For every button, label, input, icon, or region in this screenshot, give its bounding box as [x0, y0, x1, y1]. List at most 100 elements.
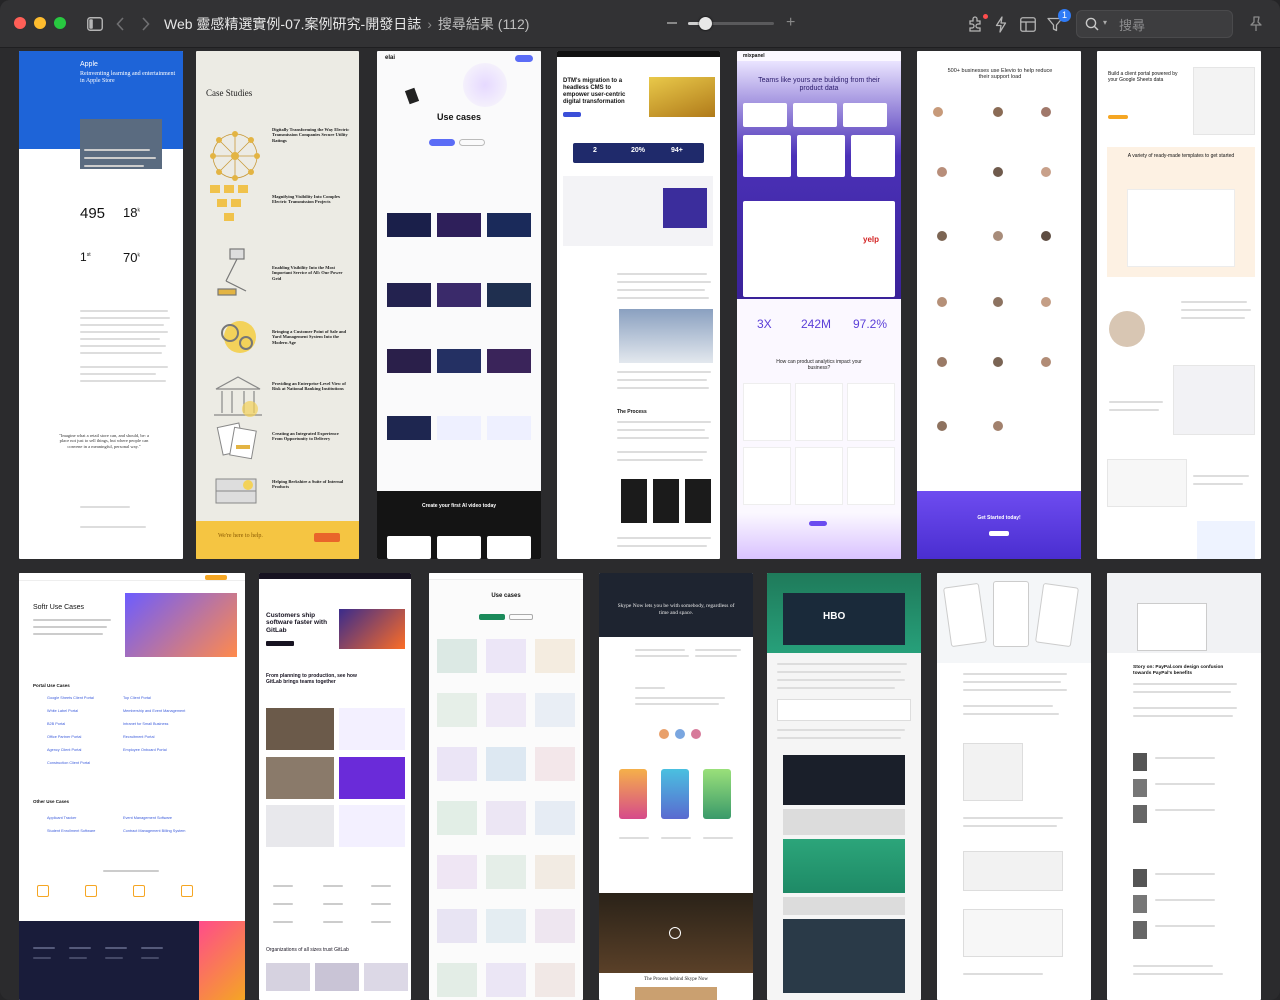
- thumbnail-elevio[interactable]: 500+ businesses use Elevio to help reduc…: [917, 51, 1081, 559]
- minimize-window-button[interactable]: [34, 17, 46, 29]
- softr-signup-button[interactable]: [205, 575, 227, 580]
- dtm-purple-card: [663, 188, 707, 228]
- thumbnail-softr-client-portal[interactable]: Build a client portal powered by your Go…: [1097, 51, 1261, 559]
- video-card[interactable]: [437, 349, 481, 373]
- apple-brand: Apple: [80, 61, 98, 68]
- portal-link[interactable]: Intranet for Small Business: [123, 722, 168, 727]
- dtm-stat-2: 20%: [631, 147, 646, 154]
- elevio-cta-button[interactable]: [989, 531, 1009, 536]
- skype-title: Skype Now lets you be with somebody, reg…: [617, 603, 735, 616]
- mockups-hero: [937, 573, 1091, 663]
- zoom-in-icon[interactable]: +: [786, 14, 795, 32]
- elai-secondary-button[interactable]: [459, 139, 485, 146]
- portal-link[interactable]: Agency Client Portal: [47, 748, 81, 753]
- use-cases-secondary[interactable]: [509, 614, 533, 620]
- search-input[interactable]: [1119, 15, 1227, 35]
- case-item-3[interactable]: Enabling Visibility Into the Most Import…: [272, 265, 350, 281]
- chevron-down-icon[interactable]: ▾: [1103, 18, 1107, 27]
- hbo-checklist: [783, 839, 905, 893]
- forward-icon[interactable]: [139, 12, 153, 36]
- portal-link[interactable]: Recruitment Portal: [123, 735, 154, 740]
- case-item-5[interactable]: Providing an Enterprise-Level View of Ri…: [272, 381, 350, 392]
- portal-link[interactable]: Employee Onboard Portal: [123, 748, 167, 753]
- thumbnail-softr-use-cases[interactable]: Softr Use Cases Portal Use Cases Google …: [19, 573, 245, 1000]
- thumbnail-dtm[interactable]: DTM's migration to a headless CMS to emp…: [557, 51, 720, 559]
- video-card[interactable]: [387, 283, 431, 307]
- sidebar-icon[interactable]: [84, 12, 106, 36]
- pin-icon[interactable]: [1246, 12, 1266, 36]
- skype-video[interactable]: [599, 893, 753, 973]
- dtm-cta[interactable]: [563, 112, 581, 117]
- video-card[interactable]: [487, 283, 531, 307]
- thumbnail-paypal[interactable]: Story on: PayPal.com design confusion to…: [1107, 573, 1261, 1000]
- portal-link[interactable]: Construction Client Portal: [47, 761, 90, 766]
- portal-link[interactable]: Office Partner Portal: [47, 735, 81, 740]
- layout-icon[interactable]: [1018, 12, 1038, 36]
- case-item-7[interactable]: Helping Berkshire a Suite of Internal Pr…: [272, 479, 350, 490]
- case-item-4[interactable]: Bringing a Customer Point of Sale and Ya…: [272, 329, 350, 345]
- portal-link[interactable]: Top Client Portal: [123, 696, 151, 701]
- video-card[interactable]: [487, 416, 531, 440]
- video-card[interactable]: [437, 416, 481, 440]
- softr-portal-cta[interactable]: [1108, 115, 1128, 119]
- elevio-cta: Get Started today!: [917, 491, 1081, 559]
- thumbnail-grid: Apple Reinventing learning and entertain…: [0, 48, 1280, 1000]
- thumbnail-elai[interactable]: elai Use cases Create your first AI vide…: [377, 51, 541, 559]
- search-field[interactable]: ▾: [1076, 10, 1233, 38]
- portal-link[interactable]: B2B Portal: [47, 722, 65, 727]
- other-link[interactable]: Event Management Software: [123, 816, 172, 821]
- case-item-1[interactable]: Digitally Transforming the Way Electric …: [272, 127, 350, 143]
- apple-stat-3-unit: st: [86, 252, 91, 258]
- softr-templates-title: A variety of ready-made templates to get…: [1127, 153, 1235, 159]
- zoom-slider-knob[interactable]: [699, 17, 712, 30]
- thumbnail-hbo[interactable]: HBO: [767, 573, 921, 1000]
- elai-primary-button[interactable]: [429, 139, 455, 146]
- other-link[interactable]: Contract Management Billing System: [123, 829, 185, 834]
- mixpanel-hero: Teams like yours are building from their…: [737, 61, 901, 299]
- contact-button[interactable]: [314, 533, 340, 542]
- portal-link[interactable]: Membership and Event Management: [123, 709, 185, 714]
- skype-hero: Skype Now lets you be with somebody, reg…: [599, 573, 753, 637]
- lightning-icon[interactable]: [992, 12, 1010, 36]
- close-window-button[interactable]: [14, 17, 26, 29]
- pricing-card-basic[interactable]: [437, 536, 481, 559]
- thumbnail-apple[interactable]: Apple Reinventing learning and entertain…: [19, 51, 183, 559]
- thumbnail-phone-mockups[interactable]: [937, 573, 1091, 1000]
- gitlab-cta[interactable]: [266, 641, 294, 646]
- video-card[interactable]: [387, 349, 431, 373]
- pricing-card-advanced[interactable]: [487, 536, 531, 559]
- mixpanel-footer: [737, 513, 901, 559]
- dtm-car-image: [649, 77, 715, 117]
- video-card[interactable]: [487, 349, 531, 373]
- gears-illustration: [221, 321, 256, 353]
- portal-link[interactable]: Google Sheets Client Portal: [47, 696, 94, 701]
- chevron-right-icon: ›: [427, 16, 432, 32]
- other-link[interactable]: Applicant Tracker: [47, 816, 76, 821]
- zoom-out-icon[interactable]: [667, 22, 677, 24]
- video-card[interactable]: [387, 416, 431, 440]
- back-icon[interactable]: [113, 12, 127, 36]
- portal-link[interactable]: White Label Portal: [47, 709, 78, 714]
- thumbnail-case-studies[interactable]: Case Studies Digitally Transforming the …: [196, 51, 359, 559]
- thumbnail-skype-now[interactable]: Skype Now lets you be with somebody, reg…: [599, 573, 753, 1000]
- elai-signup-button[interactable]: [515, 55, 533, 62]
- case-item-2[interactable]: Magnifying Visibility Into Complex Elect…: [272, 194, 350, 205]
- zoom-slider[interactable]: [688, 17, 774, 30]
- thumbnail-gitlab[interactable]: Customers ship software faster with GitL…: [259, 573, 411, 1000]
- thumbnail-mixpanel[interactable]: mixpanel Teams like yours are building f…: [737, 51, 901, 559]
- use-cases-cta[interactable]: [479, 614, 505, 620]
- video-card[interactable]: [487, 213, 531, 237]
- use-cases-title: Use cases: [491, 593, 521, 599]
- pricing-card-free[interactable]: [387, 536, 431, 559]
- mixpanel-cta[interactable]: [809, 521, 827, 526]
- elevio-title: 500+ businesses use Elevio to help reduc…: [947, 68, 1053, 81]
- zoom-window-button[interactable]: [54, 17, 66, 29]
- case-item-6[interactable]: Creating an Integrated Experience From O…: [272, 431, 350, 442]
- video-card[interactable]: [437, 283, 481, 307]
- video-card[interactable]: [387, 213, 431, 237]
- thumbnail-use-cases[interactable]: Use cases: [429, 573, 583, 1000]
- elai-logo: elai: [385, 55, 396, 61]
- other-link[interactable]: Student Enrollment Software: [47, 829, 95, 834]
- video-card[interactable]: [437, 213, 481, 237]
- play-icon[interactable]: [669, 927, 681, 939]
